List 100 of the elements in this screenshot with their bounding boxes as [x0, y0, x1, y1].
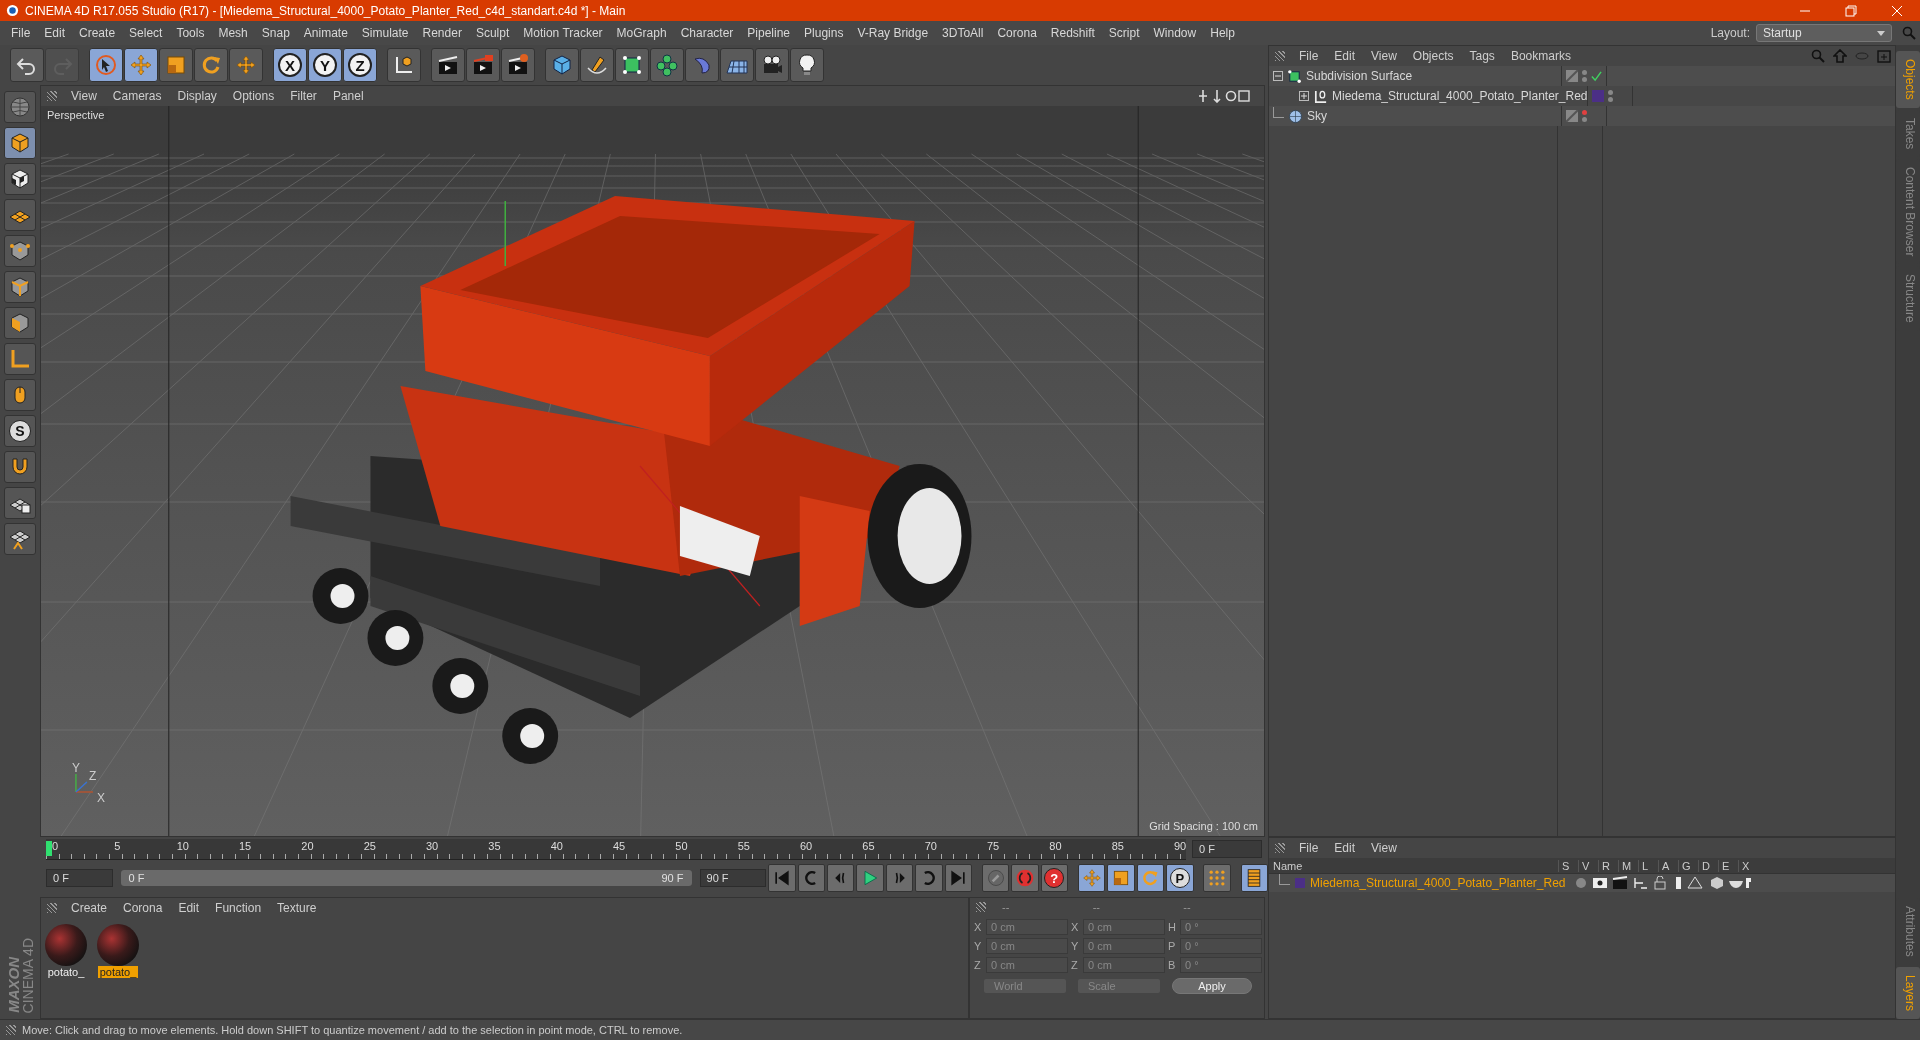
menu-item[interactable]: Texture [269, 901, 325, 915]
next-key-button[interactable] [885, 864, 914, 892]
menu-item[interactable]: Edit [170, 901, 208, 915]
point-level-button[interactable] [1203, 864, 1231, 892]
move-cross-button[interactable] [229, 48, 263, 82]
previous-key-button[interactable] [826, 864, 855, 892]
go-to-start-button[interactable] [768, 864, 796, 892]
move-tool-button[interactable] [1077, 864, 1106, 892]
menu-item[interactable]: 3DToAll [935, 26, 991, 40]
coordinate-system-button[interactable] [387, 48, 421, 82]
menu-item[interactable]: Bookmarks [1502, 49, 1579, 63]
visibility-dot[interactable] [1582, 110, 1587, 115]
timeline-button[interactable] [1240, 864, 1269, 892]
menu-item[interactable]: Corona [990, 26, 1044, 40]
menu-item[interactable]: Select [122, 26, 170, 40]
visibility-dot[interactable] [1582, 77, 1587, 82]
menu-item[interactable]: Corona [115, 901, 171, 915]
menu-item[interactable]: Create [72, 26, 123, 40]
column-header[interactable]: M [1618, 859, 1638, 872]
frame-range-slider[interactable]: 0 F 90 F [120, 870, 692, 886]
play-backwards-button[interactable] [797, 864, 825, 892]
menu-item[interactable]: Tools [169, 26, 212, 40]
light-button[interactable] [790, 48, 824, 82]
cube-button[interactable] [545, 48, 579, 82]
expand-icon[interactable] [1299, 91, 1309, 101]
menu-item[interactable]: Window [1146, 26, 1204, 40]
3d-viewport[interactable]: Perspective Y Z X Grid Spacing : 100 cm [41, 106, 1264, 836]
column-header[interactable]: E [1718, 859, 1738, 872]
menu-item[interactable]: Edit [1326, 49, 1364, 63]
visibility-dot[interactable] [1608, 90, 1613, 95]
floor-button[interactable] [720, 48, 754, 82]
undo-button[interactable] [10, 48, 44, 82]
menu-item[interactable]: Pipeline [740, 26, 798, 40]
menu-item[interactable]: Filter [282, 89, 325, 103]
menu-item[interactable]: View [1363, 49, 1405, 63]
menu-item[interactable]: Help [1203, 26, 1242, 40]
edges-mode-button[interactable] [4, 271, 36, 303]
apply-button[interactable]: Apply [1172, 978, 1252, 994]
start-frame-field[interactable]: 0 F [46, 869, 113, 887]
close-icon[interactable] [1891, 4, 1903, 17]
playhead[interactable] [46, 840, 52, 856]
side-tab[interactable]: Objects [1896, 51, 1920, 108]
menu-item[interactable]: Animate [296, 26, 355, 40]
sphere-tool-button[interactable] [4, 91, 36, 123]
menu-item[interactable]: Objects [1404, 49, 1462, 63]
menu-item[interactable]: Cameras [104, 89, 170, 103]
help-button[interactable]: ? [1040, 864, 1069, 892]
menu-item[interactable]: Plugins [797, 26, 851, 40]
render-settings-button[interactable] [501, 48, 535, 82]
axis-lock-button[interactable]: Z [343, 48, 377, 82]
menu-item[interactable]: Display [169, 89, 225, 103]
scale-tool-button[interactable] [1107, 864, 1135, 892]
visibility-dot[interactable] [1582, 70, 1587, 75]
checkmark-icon[interactable] [1591, 70, 1602, 82]
menu-item[interactable]: Edit [1326, 841, 1364, 855]
menu-item[interactable]: Character [673, 26, 741, 40]
column-header[interactable]: S [1558, 859, 1578, 872]
column-header[interactable]: Name [1269, 859, 1558, 872]
layout-dropdown[interactable]: Startup [1756, 24, 1892, 42]
subdivision-button[interactable] [615, 48, 649, 82]
menu-item[interactable]: File [1291, 49, 1327, 63]
end-frame-field[interactable]: 90 F [699, 869, 767, 887]
render-view-button[interactable] [431, 48, 465, 82]
menu-item[interactable]: Simulate [354, 26, 416, 40]
grid-lock-button[interactable] [4, 487, 36, 519]
go-to-end-button[interactable] [944, 864, 972, 892]
menu-item[interactable]: Render [415, 26, 469, 40]
move-tool-button[interactable] [124, 48, 158, 82]
tweak-mode-button[interactable] [4, 379, 36, 411]
texture-mode-button[interactable] [4, 163, 36, 195]
polygons-mode-button[interactable] [4, 307, 36, 339]
render-picture-button[interactable] [466, 48, 500, 82]
timeline-ruler[interactable]: 0 5 10 15 20 25 30 35 40 45 50 55 60 65 70 75 80 85 90 [46, 838, 1186, 860]
menu-item[interactable]: Script [1101, 26, 1147, 40]
column-header[interactable]: D [1698, 859, 1718, 872]
menu-item[interactable]: Redshift [1043, 26, 1102, 40]
record-button[interactable] [1011, 864, 1039, 892]
visibility-dot[interactable] [1582, 117, 1587, 122]
menu-item[interactable]: File [1291, 841, 1327, 855]
visibility-dot[interactable] [1608, 97, 1613, 102]
column-header[interactable]: A [1658, 859, 1678, 872]
menu-item[interactable]: Mesh [211, 26, 255, 40]
camera-button[interactable] [755, 48, 789, 82]
loop-button[interactable] [915, 864, 943, 892]
menu-item[interactable]: Function [207, 901, 270, 915]
layer-row[interactable]: Miedema_Structural_4000_Potato_Planter_Red [1269, 874, 1895, 892]
axis-mode-button[interactable] [4, 343, 36, 375]
axis-lock-button[interactable]: Y [308, 48, 342, 82]
scale-tool-button[interactable] [159, 48, 193, 82]
select-tool-button[interactable] [89, 48, 123, 82]
rotate-tool-button[interactable] [194, 48, 228, 82]
magnet-button[interactable] [4, 451, 36, 483]
menu-item[interactable]: Create [63, 901, 116, 915]
parameter-key-button[interactable]: P [1166, 864, 1194, 892]
play-button[interactable] [856, 864, 884, 892]
menu-item[interactable]: Sculpt [468, 26, 517, 40]
axis-lock-button[interactable]: X [273, 48, 307, 82]
current-frame-field[interactable]: 0 F [1192, 840, 1262, 858]
deformer-button[interactable] [685, 48, 719, 82]
pen-tool-button[interactable] [580, 48, 614, 82]
